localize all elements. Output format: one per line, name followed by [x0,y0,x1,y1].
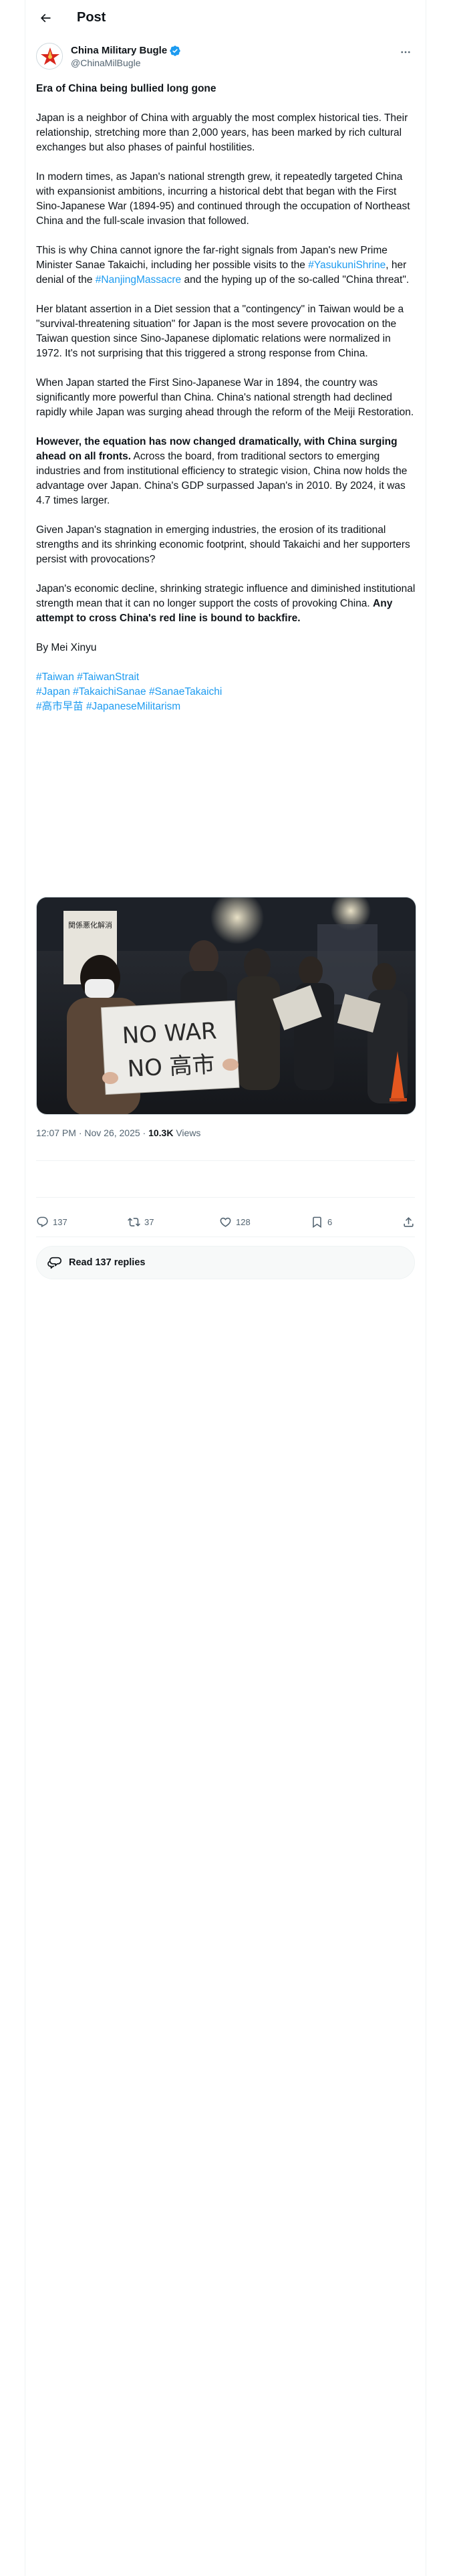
repost-button[interactable]: 37 [128,1216,201,1228]
post-timestamp[interactable]: 12:07 PM · Nov 26, 2025 · [36,1128,148,1138]
hashtag-link[interactable]: #JapaneseMilitarism [86,701,180,712]
hashtag-link[interactable]: #Japan [36,686,70,697]
avatar[interactable] [36,43,63,70]
like-button[interactable]: 128 [219,1216,293,1228]
post-text: Era of China being bullied long gone Jap… [36,82,416,714]
hashtag-link[interactable]: #SanaeTakaichi [149,686,222,697]
hashtag-link[interactable]: #高市早苗 [36,701,84,712]
post-column: Post China Military Bugle @ChinaMilBugle [25,0,426,2576]
sign-line-2: NO 高市 [127,1051,216,1083]
paragraph-7: Given Japan's stagnation in emerging ind… [36,524,410,565]
reply-icon [37,1216,48,1227]
paragraph-5: When Japan started the First Sino-Japane… [36,377,414,418]
banner-text: 関係悪化解消 [68,920,112,930]
more-dots-icon [401,51,410,53]
divider [36,1160,415,1161]
more-options-button[interactable] [396,45,415,59]
reply-count: 137 [53,1216,67,1227]
repost-icon [128,1217,140,1226]
heart-icon [220,1217,231,1227]
hashtag-link[interactable]: #TakaichiSanae [73,686,146,697]
post-headline: Era of China being bullied long gone [36,83,216,94]
byline: By Mei Xinyu [36,642,97,653]
protest-photo: 関係悪化解消 NO WAR NO 高市 [37,897,416,1114]
divider [36,1197,415,1198]
paragraph-6: However, the equation has now changed dr… [36,435,416,508]
reply-button[interactable]: 137 [36,1216,110,1228]
like-count: 128 [236,1216,251,1227]
display-name[interactable]: China Military Bugle [71,44,167,58]
text-span: Japan's economic decline, shrinking stra… [36,583,416,609]
verified-badge-icon [169,45,181,57]
hashtag-link[interactable]: #NanjingMassacre [96,274,181,286]
paragraph-4: Her blatant assertion in a Diet session … [36,304,404,359]
post-image[interactable]: 関係悪化解消 NO WAR NO 高市 [36,897,416,1115]
hashtag-link[interactable]: #TaiwanStrait [77,671,139,683]
chat-bubbles-icon [47,1257,61,1269]
back-button[interactable] [36,9,55,27]
user-handle[interactable]: @ChinaMilBugle [71,57,140,69]
post-author: China Military Bugle @ChinaMilBugle [36,43,415,72]
repost-count: 37 [144,1216,154,1227]
sign-line-1: NO WAR [122,1018,218,1049]
text-span: and the hyping up of the so-called "Chin… [181,274,410,286]
views-label: Views [173,1128,201,1138]
hashtag-link[interactable]: #Taiwan [36,671,74,683]
paragraph-8: Japan's economic decline, shrinking stra… [36,582,416,626]
action-bar: 137 37 128 6 [36,1208,415,1235]
top-bar: Post [25,0,426,35]
share-icon [404,1216,414,1227]
page-title: Post [77,10,106,25]
post-meta: 12:07 PM · Nov 26, 2025 · 10.3K Views [36,1126,200,1140]
bookmark-icon [313,1216,321,1228]
red-star-logo-icon [37,44,62,69]
hashtag-line-2: #Japan #TakaichiSanae #SanaeTakaichi [36,685,416,700]
hashtag-line-3: #高市早苗 #JapaneseMilitarism [36,700,416,714]
paragraph-1: Japan is a neighbor of China with arguab… [36,112,408,153]
hashtag-link[interactable]: #YasukuniShrine [308,259,386,271]
read-replies-button[interactable]: Read 137 replies [36,1246,415,1279]
share-button[interactable] [402,1216,415,1228]
paragraph-2: In modern times, as Japan's national str… [36,171,410,227]
view-count: 10.3K [148,1128,174,1138]
hashtag-line-1: #Taiwan #TaiwanStrait [36,670,416,685]
bookmark-button[interactable]: 6 [311,1216,384,1228]
paragraph-3: This is why China cannot ignore the far-… [36,243,416,288]
arrow-left-icon [40,13,51,23]
read-replies-label: Read 137 replies [69,1257,146,1268]
bookmark-count: 6 [327,1216,333,1227]
hashtags: #Taiwan #TaiwanStrait #Japan #TakaichiSa… [36,670,416,714]
